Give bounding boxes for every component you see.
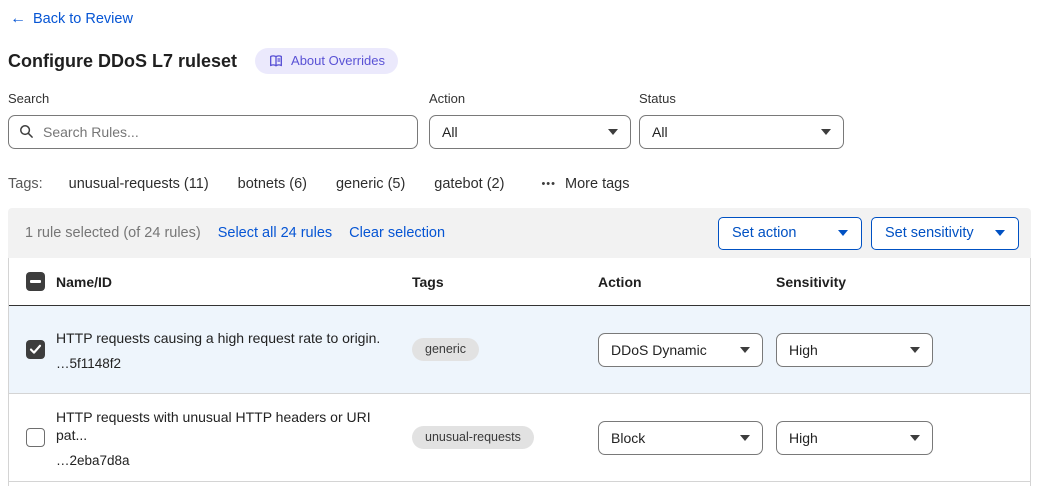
action-filter: Action All [429, 90, 631, 149]
caret-down-icon [838, 230, 848, 236]
row-sensitivity-select[interactable]: High [776, 333, 933, 367]
action-filter-label: Action [429, 90, 631, 108]
search-rules-input[interactable] [8, 115, 418, 149]
rules-table: Name/ID Tags Action Sensitivity HTTP req… [8, 258, 1031, 486]
rule-id: …5f1148f2 [56, 356, 392, 371]
rule-tag-pill: generic [412, 338, 479, 361]
back-link-label: Back to Review [33, 9, 133, 29]
caret-down-icon [608, 129, 618, 135]
about-overrides-badge[interactable]: About Overrides [255, 48, 398, 74]
select-all-checkbox[interactable] [26, 272, 45, 291]
caret-down-icon [740, 347, 750, 353]
tag-filter-gatebot[interactable]: gatebot (2) [434, 174, 504, 194]
rule-name: HTTP requests with unusual HTTP headers … [56, 408, 392, 444]
rule-id: …2eba7d8a [56, 453, 392, 468]
status-filter-select[interactable]: All [639, 115, 844, 149]
row-sensitivity-select[interactable]: High [776, 421, 933, 455]
about-overrides-label: About Overrides [291, 52, 385, 70]
set-action-label: Set action [732, 225, 797, 241]
table-row: HTTP requests with unusual HTTP headers … [9, 394, 1030, 482]
tags-bar: Tags: unusual-requests (11) botnets (6) … [8, 174, 1031, 194]
set-action-button[interactable]: Set action [718, 217, 862, 250]
rule-name: HTTP requests causing a high request rat… [56, 329, 392, 347]
back-arrow-icon: ← [10, 9, 26, 29]
more-tags-label: More tags [565, 174, 629, 194]
caret-down-icon [821, 129, 831, 135]
more-tags-button[interactable]: ••• More tags [541, 174, 629, 194]
row-checkbox[interactable] [26, 340, 45, 359]
action-filter-value: All [442, 124, 458, 140]
header-tags: Tags [412, 274, 598, 290]
caret-down-icon [740, 435, 750, 441]
rule-tag-pill: unusual-requests [412, 426, 534, 449]
selection-summary: 1 rule selected (of 24 rules) [25, 225, 201, 241]
row-action-value: DDoS Dynamic [611, 342, 707, 358]
book-icon [268, 53, 284, 69]
caret-down-icon [995, 230, 1005, 236]
row-action-select[interactable]: DDoS Dynamic [598, 333, 763, 367]
selection-bar: 1 rule selected (of 24 rules) Select all… [8, 208, 1031, 258]
filters-row: Search Action All Status All [8, 90, 1031, 149]
tag-filter-generic[interactable]: generic (5) [336, 174, 405, 194]
row-checkbox[interactable] [26, 428, 45, 447]
page-title: Configure DDoS L7 ruleset [8, 48, 237, 74]
row-action-select[interactable]: Block [598, 421, 763, 455]
header-name-id: Name/ID [56, 274, 412, 290]
search-label: Search [8, 90, 418, 108]
status-filter: Status All [639, 90, 844, 149]
table-partial-next-row [9, 482, 1030, 486]
clear-selection-link[interactable]: Clear selection [349, 225, 445, 241]
search-icon [19, 124, 34, 142]
set-sensitivity-button[interactable]: Set sensitivity [871, 217, 1019, 250]
row-sensitivity-value: High [789, 342, 818, 358]
more-dots-icon: ••• [541, 174, 556, 194]
row-sensitivity-value: High [789, 430, 818, 446]
search-filter: Search [8, 90, 418, 149]
status-filter-value: All [652, 124, 668, 140]
set-sensitivity-label: Set sensitivity [885, 225, 974, 241]
header-action: Action [598, 274, 776, 290]
tag-filter-unusual-requests[interactable]: unusual-requests (11) [69, 174, 209, 194]
tag-filter-botnets[interactable]: botnets (6) [238, 174, 307, 194]
configure-ddos-page: ← Back to Review Configure DDoS L7 rules… [0, 0, 1039, 486]
caret-down-icon [910, 435, 920, 441]
select-all-link[interactable]: Select all 24 rules [218, 225, 332, 241]
status-filter-label: Status [639, 90, 844, 108]
table-row: HTTP requests causing a high request rat… [9, 306, 1030, 394]
table-header-row: Name/ID Tags Action Sensitivity [9, 258, 1030, 306]
caret-down-icon [910, 347, 920, 353]
indeterminate-icon [30, 280, 41, 283]
tags-bar-label: Tags: [8, 174, 43, 194]
header-sensitivity: Sensitivity [776, 274, 1030, 290]
action-filter-select[interactable]: All [429, 115, 631, 149]
row-action-value: Block [611, 430, 645, 446]
checkmark-icon [29, 344, 42, 355]
back-to-review-link[interactable]: ← Back to Review [10, 9, 133, 29]
title-row: Configure DDoS L7 ruleset About Override… [8, 48, 1031, 74]
